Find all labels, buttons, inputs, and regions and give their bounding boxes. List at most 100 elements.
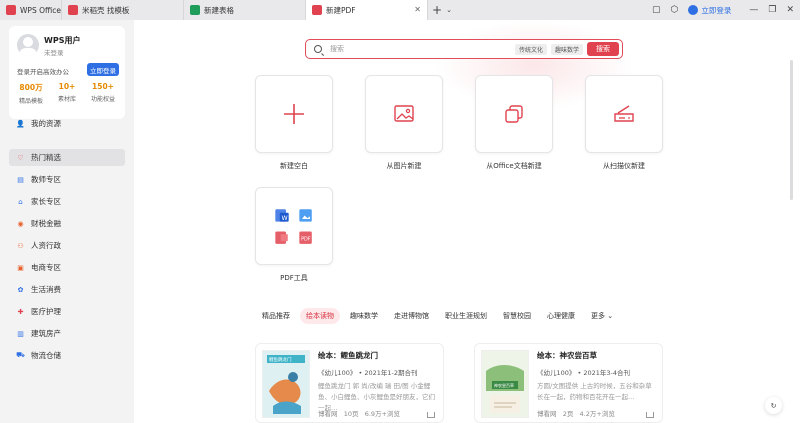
wps-logo-icon	[6, 5, 16, 15]
stat-value: 800万	[19, 83, 43, 92]
stat-templates[interactable]: 800万 精品模板	[13, 82, 49, 105]
finance-icon: ◉	[17, 219, 24, 228]
login-tip: 登录开启高效办公	[17, 68, 69, 76]
svg-text:W: W	[282, 215, 288, 222]
card-label: PDF工具	[280, 274, 308, 282]
sidebar-item-label: 医疗护理	[31, 307, 61, 316]
magazine-cover: 鲤鱼跳龙门	[262, 350, 310, 418]
tab-list-chevron-icon[interactable]: ⌄	[446, 6, 452, 14]
tab-docer-templates[interactable]: 米稻壳 找模板	[62, 0, 184, 20]
login-label: 立即登录	[701, 5, 732, 15]
sidebar-item-label: 物流仓储	[31, 351, 61, 360]
main-panel: 搜索 传统文化 趣味数学 搜索 新建空白 从图片新建 从Office文档新建 从…	[134, 20, 800, 423]
search-input[interactable]: 搜索	[330, 44, 515, 54]
new-from-office-card[interactable]	[475, 75, 553, 153]
sidebar-item-medical[interactable]: ✚ 医疗护理	[9, 303, 125, 320]
search-button[interactable]: 搜索	[587, 42, 619, 56]
magazine-card[interactable]: 鲤鱼跳龙门 绘本：鲤鱼跳龙门 《幼儿100》 • 2021年1-2期合刊 鲤鱼跳…	[255, 343, 444, 423]
cover-title: 鲤鱼跳龙门	[269, 356, 292, 363]
sidebar-item-teacher[interactable]: ▤ 教师专区	[9, 171, 125, 188]
refresh-icon: ↻	[770, 401, 777, 410]
magazine-issue: 《幼儿100》 • 2021年1-2期合刊	[318, 369, 418, 377]
sidebar-item-hot[interactable]: ♡ 热门精选	[9, 149, 125, 166]
image-icon	[394, 105, 414, 122]
category-tabs: 精品推荐 绘本读物 趣味数学 走进博物馆 职业生涯规划 智慧校园 心理健康 更多…	[256, 308, 623, 324]
stat-label: 精品模板	[18, 98, 43, 105]
sidebar-item-label: 我的资源	[31, 119, 61, 128]
window-layout-icon[interactable]: ▢	[652, 5, 661, 15]
tab-career-planning[interactable]: 职业生涯规划	[439, 308, 493, 324]
new-from-scanner-card[interactable]	[585, 75, 663, 153]
tab-picture-books[interactable]: 绘本读物	[300, 308, 340, 324]
download-icon[interactable]	[427, 412, 435, 418]
sidebar-item-label: 建筑房产	[31, 329, 61, 338]
stat-value: 150+	[92, 82, 114, 91]
sidebar-item-life[interactable]: ✿ 生活消费	[9, 281, 125, 298]
stat-value: 10+	[58, 82, 76, 91]
magazine-title: 绘本：鲤鱼跳龙门	[318, 351, 378, 360]
user-name: WPS用户	[44, 36, 81, 45]
plus-icon	[284, 104, 304, 124]
tab-label: 米稻壳 找模板	[82, 5, 130, 15]
sidebar-item-logistics[interactable]: ⛟ 物流仓储	[9, 347, 125, 364]
tab-wps-office[interactable]: WPS Office	[0, 0, 62, 20]
new-blank-card[interactable]	[255, 75, 333, 153]
sidebar-item-hr[interactable]: ⚇ 人资行政	[9, 237, 125, 254]
tab-featured[interactable]: 精品推荐	[256, 308, 296, 324]
stat-benefits[interactable]: 150+ 功能权益	[85, 82, 121, 105]
more-categories-button[interactable]: 更多 ⌄	[585, 308, 619, 324]
avatar[interactable]	[17, 34, 39, 56]
user-status: 未登录	[44, 49, 64, 57]
sidebar-item-label: 生活消费	[31, 285, 61, 294]
new-from-image-card[interactable]	[365, 75, 443, 153]
stat-label: 素材库	[57, 96, 76, 103]
sidebar-item-label: 教师专区	[31, 175, 61, 184]
tab-fun-math[interactable]: 趣味数学	[344, 308, 384, 324]
minimize-icon[interactable]: —	[749, 5, 758, 15]
pdf-tools-card[interactable]: W PDF	[255, 187, 333, 265]
tab-new-pdf[interactable]: 新建PDF ✕	[306, 0, 428, 20]
stat-materials[interactable]: 10+ 素材库	[49, 82, 85, 105]
cube-icon[interactable]: ⬡	[671, 5, 679, 15]
scanner-icon	[614, 105, 634, 122]
tab-label: 新建PDF	[326, 5, 356, 15]
sidebar-item-building[interactable]: ▥ 建筑房产	[9, 325, 125, 342]
family-icon: ⌂	[18, 197, 23, 206]
restore-icon[interactable]: ❐	[768, 5, 776, 15]
person-icon: 👤	[16, 119, 25, 128]
sidebar-item-ecommerce[interactable]: ▣ 电商专区	[9, 259, 125, 276]
magazine-card[interactable]: 神农尝百草 绘本：神农尝百草 《幼儿100》 • 2021年3-4合刊 方圆/文…	[474, 343, 663, 423]
tab-label: WPS Office	[20, 5, 61, 15]
tab-smart-campus[interactable]: 智慧校园	[497, 308, 537, 324]
tab-mental-health[interactable]: 心理健康	[541, 308, 581, 324]
refresh-float-button[interactable]: ↻	[765, 397, 782, 414]
sidebar-item-my-resources[interactable]: 👤 我的资源	[9, 115, 125, 132]
user-card: WPS用户 未登录 登录开启高效办公 立即登录 800万 精品模板 10+ 素材…	[9, 26, 125, 119]
page-count: 10页	[343, 410, 359, 418]
card-label: 从扫描仪新建	[603, 162, 645, 170]
scrollbar[interactable]	[790, 60, 793, 200]
close-tab-icon[interactable]: ✕	[414, 5, 421, 14]
tab-museum[interactable]: 走进博物馆	[388, 308, 435, 324]
book-icon: ▤	[17, 175, 24, 184]
login-button[interactable]: 立即登录	[87, 63, 119, 76]
view-count: 4.2万+浏览	[579, 410, 615, 418]
pdf-tools-icon: W PDF	[275, 209, 312, 244]
sidebar-item-finance[interactable]: ◉ 财税金融	[9, 215, 125, 232]
search-chip-traditional-culture[interactable]: 传统文化	[514, 43, 547, 55]
sidebar-item-label: 财税金融	[31, 219, 61, 228]
publisher: 博看网	[537, 410, 557, 418]
titlebar-login-button[interactable]: 立即登录	[688, 5, 731, 16]
tab-new-spreadsheet[interactable]: 新建表格	[184, 0, 306, 20]
card-label: 从图片新建	[386, 162, 422, 170]
user-stats: 800万 精品模板 10+ 素材库 150+ 功能权益	[13, 82, 121, 105]
new-tab-button[interactable]: +	[432, 3, 442, 17]
office-doc-icon	[505, 105, 523, 123]
close-window-icon[interactable]: ✕	[786, 5, 794, 15]
download-icon[interactable]	[646, 412, 654, 418]
chevron-down-icon: ⌄	[607, 312, 614, 320]
spreadsheet-icon	[190, 5, 200, 15]
cover-title: 神农尝百草	[494, 382, 514, 388]
sidebar-item-parent[interactable]: ⌂ 家长专区	[9, 193, 125, 210]
search-chip-fun-math[interactable]: 趣味数学	[550, 43, 583, 55]
